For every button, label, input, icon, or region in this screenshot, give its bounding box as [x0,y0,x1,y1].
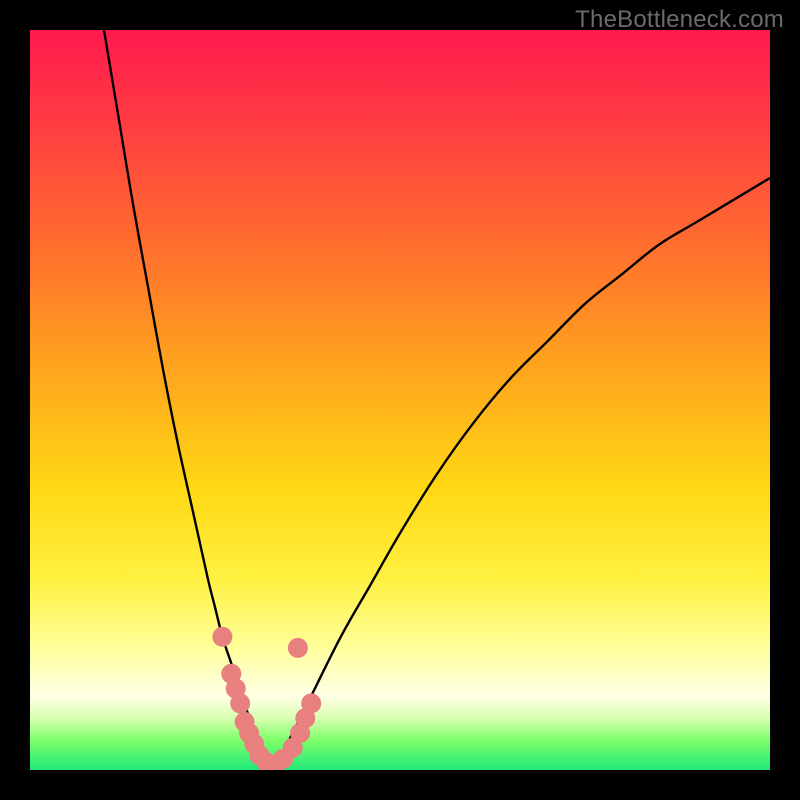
chart-stage: TheBottleneck.com [0,0,800,800]
plot-area [30,30,770,770]
highlight-marker [301,693,321,713]
highlight-marker [288,638,308,658]
watermark-text: TheBottleneck.com [575,6,784,34]
highlight-marker [212,627,232,647]
highlight-marker [230,693,250,713]
marker-layer [30,30,770,770]
